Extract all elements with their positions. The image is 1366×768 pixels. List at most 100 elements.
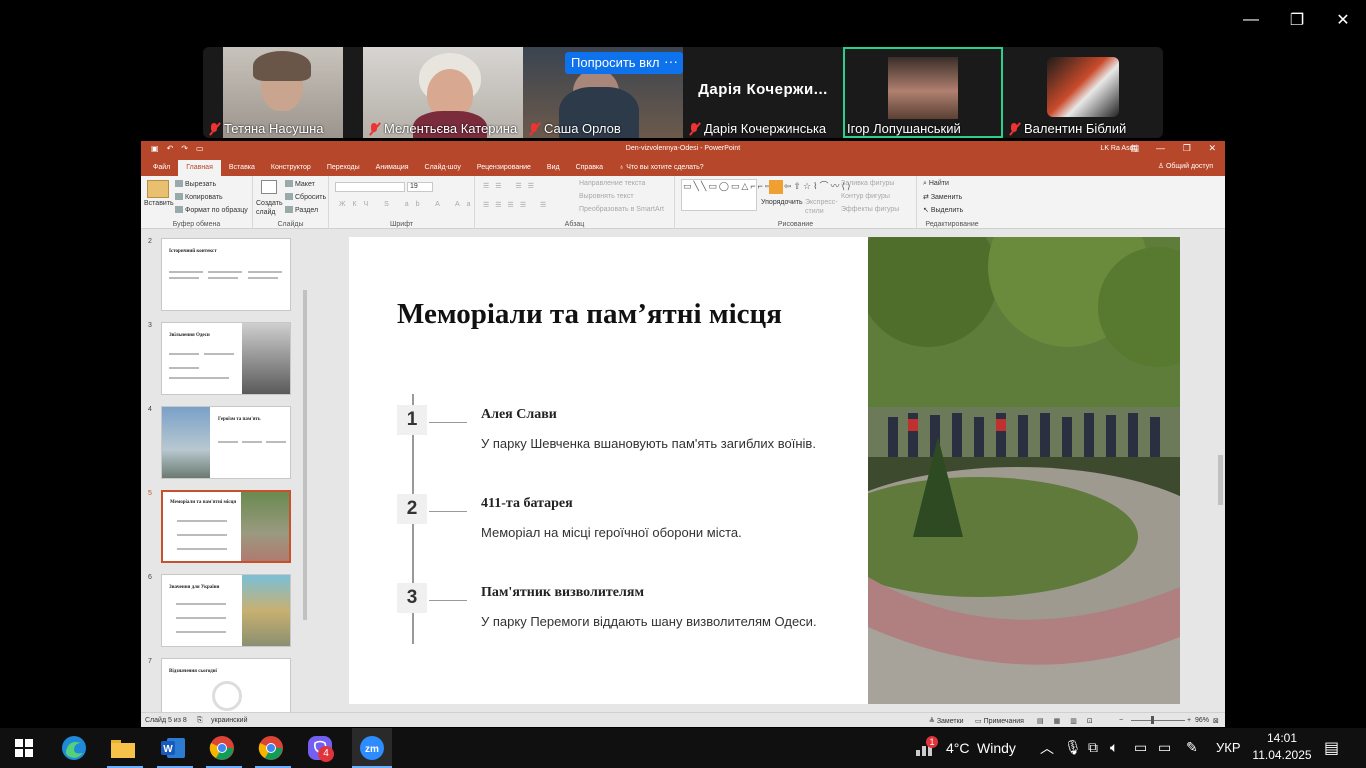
ribbon-display-icon[interactable]: ▤	[1130, 143, 1139, 154]
tab-transitions[interactable]: Переходы	[319, 160, 368, 176]
edge-icon[interactable]	[58, 732, 90, 764]
clock-time[interactable]: 14:01	[1254, 731, 1310, 745]
quick-styles-button[interactable]: Экспресс-стили	[805, 198, 838, 216]
ppt-close-icon[interactable]: ✕	[1208, 143, 1216, 154]
tab-view[interactable]: Вид	[539, 160, 568, 176]
battery-icon[interactable]: ▭	[1158, 739, 1171, 756]
item-text[interactable]: У парку Шевченка вшановують пам'ять заги…	[481, 436, 816, 451]
shape-outline-button[interactable]: Контур фигуры	[841, 193, 890, 200]
align-buttons[interactable]: ☰☰☰☰ ☰	[483, 201, 552, 209]
slide-thumbnail[interactable]: Значення для України	[161, 574, 291, 647]
slide-title[interactable]: Меморіали та пам’ятні місця	[397, 295, 797, 334]
notes-button[interactable]: ≜ Заметки	[929, 717, 964, 725]
weather-temp[interactable]: 4°C	[946, 740, 970, 756]
zoom-in-icon[interactable]: +	[1187, 717, 1191, 724]
tab-review[interactable]: Рецензирование	[469, 160, 539, 176]
microphone-icon[interactable]: 🎙︎	[1064, 739, 1082, 756]
new-slide-icon[interactable]	[261, 180, 277, 194]
item-text[interactable]: У парку Перемоги віддають шану визволите…	[481, 614, 817, 629]
fit-slide-icon[interactable]: ⊠	[1213, 717, 1219, 725]
notifications-icon[interactable]: ▤	[1324, 738, 1339, 758]
close-button[interactable]: ✕	[1328, 6, 1358, 34]
comments-button[interactable]: ▭ Примечания	[975, 717, 1024, 725]
reset-button[interactable]: Сбросить	[285, 193, 326, 201]
shapes-gallery[interactable]: ▭╲╲▭◯▭△⌐⌐⇨⇩⇦⇧☆⌇⌒〰⟨⟩	[681, 179, 851, 211]
shape-fill-button[interactable]: Заливка фигуры	[841, 180, 894, 187]
new-slide-button[interactable]: Создать слайд	[256, 199, 284, 217]
tab-file[interactable]: Файл	[145, 160, 178, 176]
item-heading[interactable]: 411-та батарея	[481, 496, 573, 512]
tab-animations[interactable]: Анимация	[368, 160, 417, 176]
find-button[interactable]: ⌕ Найти	[923, 180, 949, 188]
item-heading[interactable]: Пам'ятник визволителям	[481, 585, 644, 601]
ask-to-unmute-button[interactable]: Попросить вкл	[565, 52, 666, 74]
paste-button[interactable]: Вставить	[144, 200, 174, 207]
participant-tile[interactable]: Валентин Біблий	[1003, 47, 1163, 138]
language-indicator[interactable]: украинский	[211, 717, 248, 724]
chevron-up-icon[interactable]: ︿	[1040, 738, 1054, 758]
restore-button[interactable]: ❐	[1282, 6, 1312, 34]
zoom-slider[interactable]	[1131, 720, 1185, 721]
more-options-button[interactable]: ···	[659, 52, 683, 74]
word-icon[interactable]: W	[157, 732, 189, 764]
font-size-input[interactable]: 19	[407, 182, 433, 192]
windows-start-icon[interactable]	[8, 732, 40, 764]
smartart-button[interactable]: Преобразовать в SmartArt	[579, 206, 664, 213]
network-icon[interactable]: ▭	[1134, 739, 1147, 756]
tell-me-search[interactable]: ♁ Что вы хотите сделать?	[611, 160, 712, 176]
tab-home[interactable]: Главная	[178, 160, 221, 176]
copy-button[interactable]: Копировать	[175, 193, 223, 201]
tab-slideshow[interactable]: Слайд-шоу	[417, 160, 469, 176]
slide-thumbnail[interactable]: Відзначення сьогодні	[161, 658, 291, 712]
tab-help[interactable]: Справка	[568, 160, 611, 176]
zoom-icon[interactable]: zm	[352, 728, 392, 768]
item-text[interactable]: Меморіал на місці героїчної оборони міст…	[481, 525, 742, 540]
ppt-minimize-icon[interactable]: —	[1156, 143, 1165, 153]
chrome-profile-icon[interactable]	[255, 732, 287, 764]
cut-button[interactable]: Вырезать	[175, 180, 216, 188]
participant-tile[interactable]: Мелентьєва Катерина	[363, 47, 523, 138]
item-heading[interactable]: Алея Слави	[481, 407, 557, 423]
clock-date[interactable]: 11.04.2025	[1250, 748, 1314, 762]
arrange-button[interactable]: Упорядочить	[761, 198, 803, 207]
tab-design[interactable]: Конструктор	[263, 160, 319, 176]
font-format-buttons[interactable]: ЖКЧ S ab A Aa	[339, 201, 478, 208]
text-direction-button[interactable]: Направление текста	[579, 180, 645, 187]
memorial-park-photo[interactable]	[868, 237, 1180, 704]
weather-text[interactable]: Windy	[977, 740, 1016, 756]
slide-scrollbar[interactable]	[1216, 230, 1225, 712]
chrome-icon[interactable]	[206, 732, 238, 764]
font-name-input[interactable]	[335, 182, 405, 192]
minimize-button[interactable]: —	[1236, 6, 1266, 34]
zoom-out-icon[interactable]: −	[1119, 717, 1123, 724]
slide-thumbnail[interactable]: Звільнення Одеси	[161, 322, 291, 395]
zoom-slider-thumb[interactable]	[1151, 716, 1154, 724]
select-button[interactable]: ↖ Выделить	[923, 206, 963, 214]
share-button[interactable]: ♙ Общий доступ	[1158, 162, 1213, 170]
input-language[interactable]: УКР	[1216, 740, 1241, 755]
replace-button[interactable]: ⇄ Заменить	[923, 193, 962, 201]
section-button[interactable]: Раздел	[285, 206, 318, 214]
file-explorer-icon[interactable]	[107, 732, 139, 764]
shape-effects-button[interactable]: Эффекты фигуры	[841, 206, 899, 213]
view-buttons[interactable]: ▤▦▥⊡	[1037, 717, 1103, 725]
slide-thumbnail[interactable]: Героїзм та пам'ять	[161, 406, 291, 479]
participant-tile[interactable]: Дарія Кочержи... Дарія Кочержинська	[683, 47, 843, 138]
current-slide[interactable]: Меморіали та пам’ятні місця 1 Алея Слави…	[349, 237, 1180, 704]
ppt-restore-icon[interactable]: ❐	[1183, 143, 1191, 154]
list-buttons[interactable]: ☰☰ ☰☰	[483, 182, 540, 190]
format-painter-button[interactable]: Формат по образцу	[175, 206, 248, 214]
spellcheck-icon[interactable]: ⎘	[197, 717, 203, 725]
thumbnails-scrollbar[interactable]	[301, 230, 309, 712]
layout-button[interactable]: Макет	[285, 180, 315, 188]
participant-tile[interactable]: Тетяна Насушна	[203, 47, 363, 138]
speaker-icon[interactable]: 🔈︎	[1110, 739, 1118, 756]
align-text-button[interactable]: Выровнять текст	[579, 193, 634, 200]
participant-tile-active[interactable]: Ігор Лопушанський	[843, 47, 1003, 138]
slide-thumbnail-selected[interactable]: Меморіали та пам'ятні місця	[161, 490, 291, 563]
tab-insert[interactable]: Вставка	[221, 160, 263, 176]
screen-share-icon[interactable]: ⧉	[1088, 739, 1098, 756]
zoom-level[interactable]: 96%	[1195, 717, 1209, 724]
slide-thumbnail[interactable]: Історичний контекст	[161, 238, 291, 311]
paste-icon[interactable]	[147, 180, 169, 198]
